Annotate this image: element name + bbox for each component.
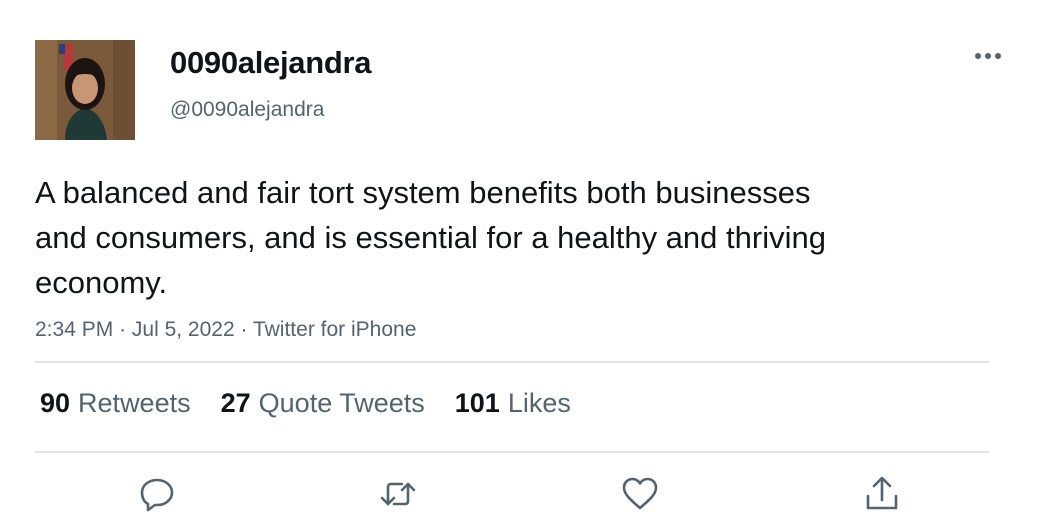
likes-count: 101 <box>454 388 500 418</box>
quote-tweets-stat[interactable]: 27 Quote Tweets <box>221 386 425 420</box>
retweet-icon[interactable] <box>378 474 418 514</box>
retweets-label: Retweets <box>78 388 191 418</box>
tweet-date[interactable]: Jul 5, 2022 <box>132 318 235 341</box>
divider <box>35 361 989 363</box>
user-handle[interactable]: @0090alejandra <box>170 97 324 123</box>
meta-separator: · <box>240 318 248 341</box>
tweet-stats: 90 Retweets 27 Quote Tweets 101 Likes <box>40 386 601 420</box>
avatar[interactable] <box>35 40 135 140</box>
tweet-time[interactable]: 2:34 PM <box>35 318 113 341</box>
quote-tweets-count: 27 <box>220 388 251 418</box>
retweets-count: 90 <box>40 388 71 418</box>
tweet-meta: 2:34 PM · Jul 5, 2022 · Twitter for iPho… <box>35 316 416 344</box>
display-name[interactable]: 0090alejandra <box>170 44 372 82</box>
divider <box>35 451 989 453</box>
more-horizontal-icon[interactable] <box>970 42 1006 70</box>
share-icon[interactable] <box>862 474 902 514</box>
tweet-text: A balanced and fair tort system benefits… <box>35 175 826 300</box>
retweets-stat[interactable]: 90 Retweets <box>40 386 191 420</box>
likes-stat[interactable]: 101 Likes <box>455 386 571 420</box>
reply-icon[interactable] <box>137 474 177 514</box>
tweet-source[interactable]: Twitter for iPhone <box>253 318 416 341</box>
likes-label: Likes <box>507 388 571 418</box>
meta-separator: · <box>119 318 127 341</box>
heart-icon[interactable] <box>620 474 660 514</box>
quote-tweets-label: Quote Tweets <box>258 388 425 418</box>
